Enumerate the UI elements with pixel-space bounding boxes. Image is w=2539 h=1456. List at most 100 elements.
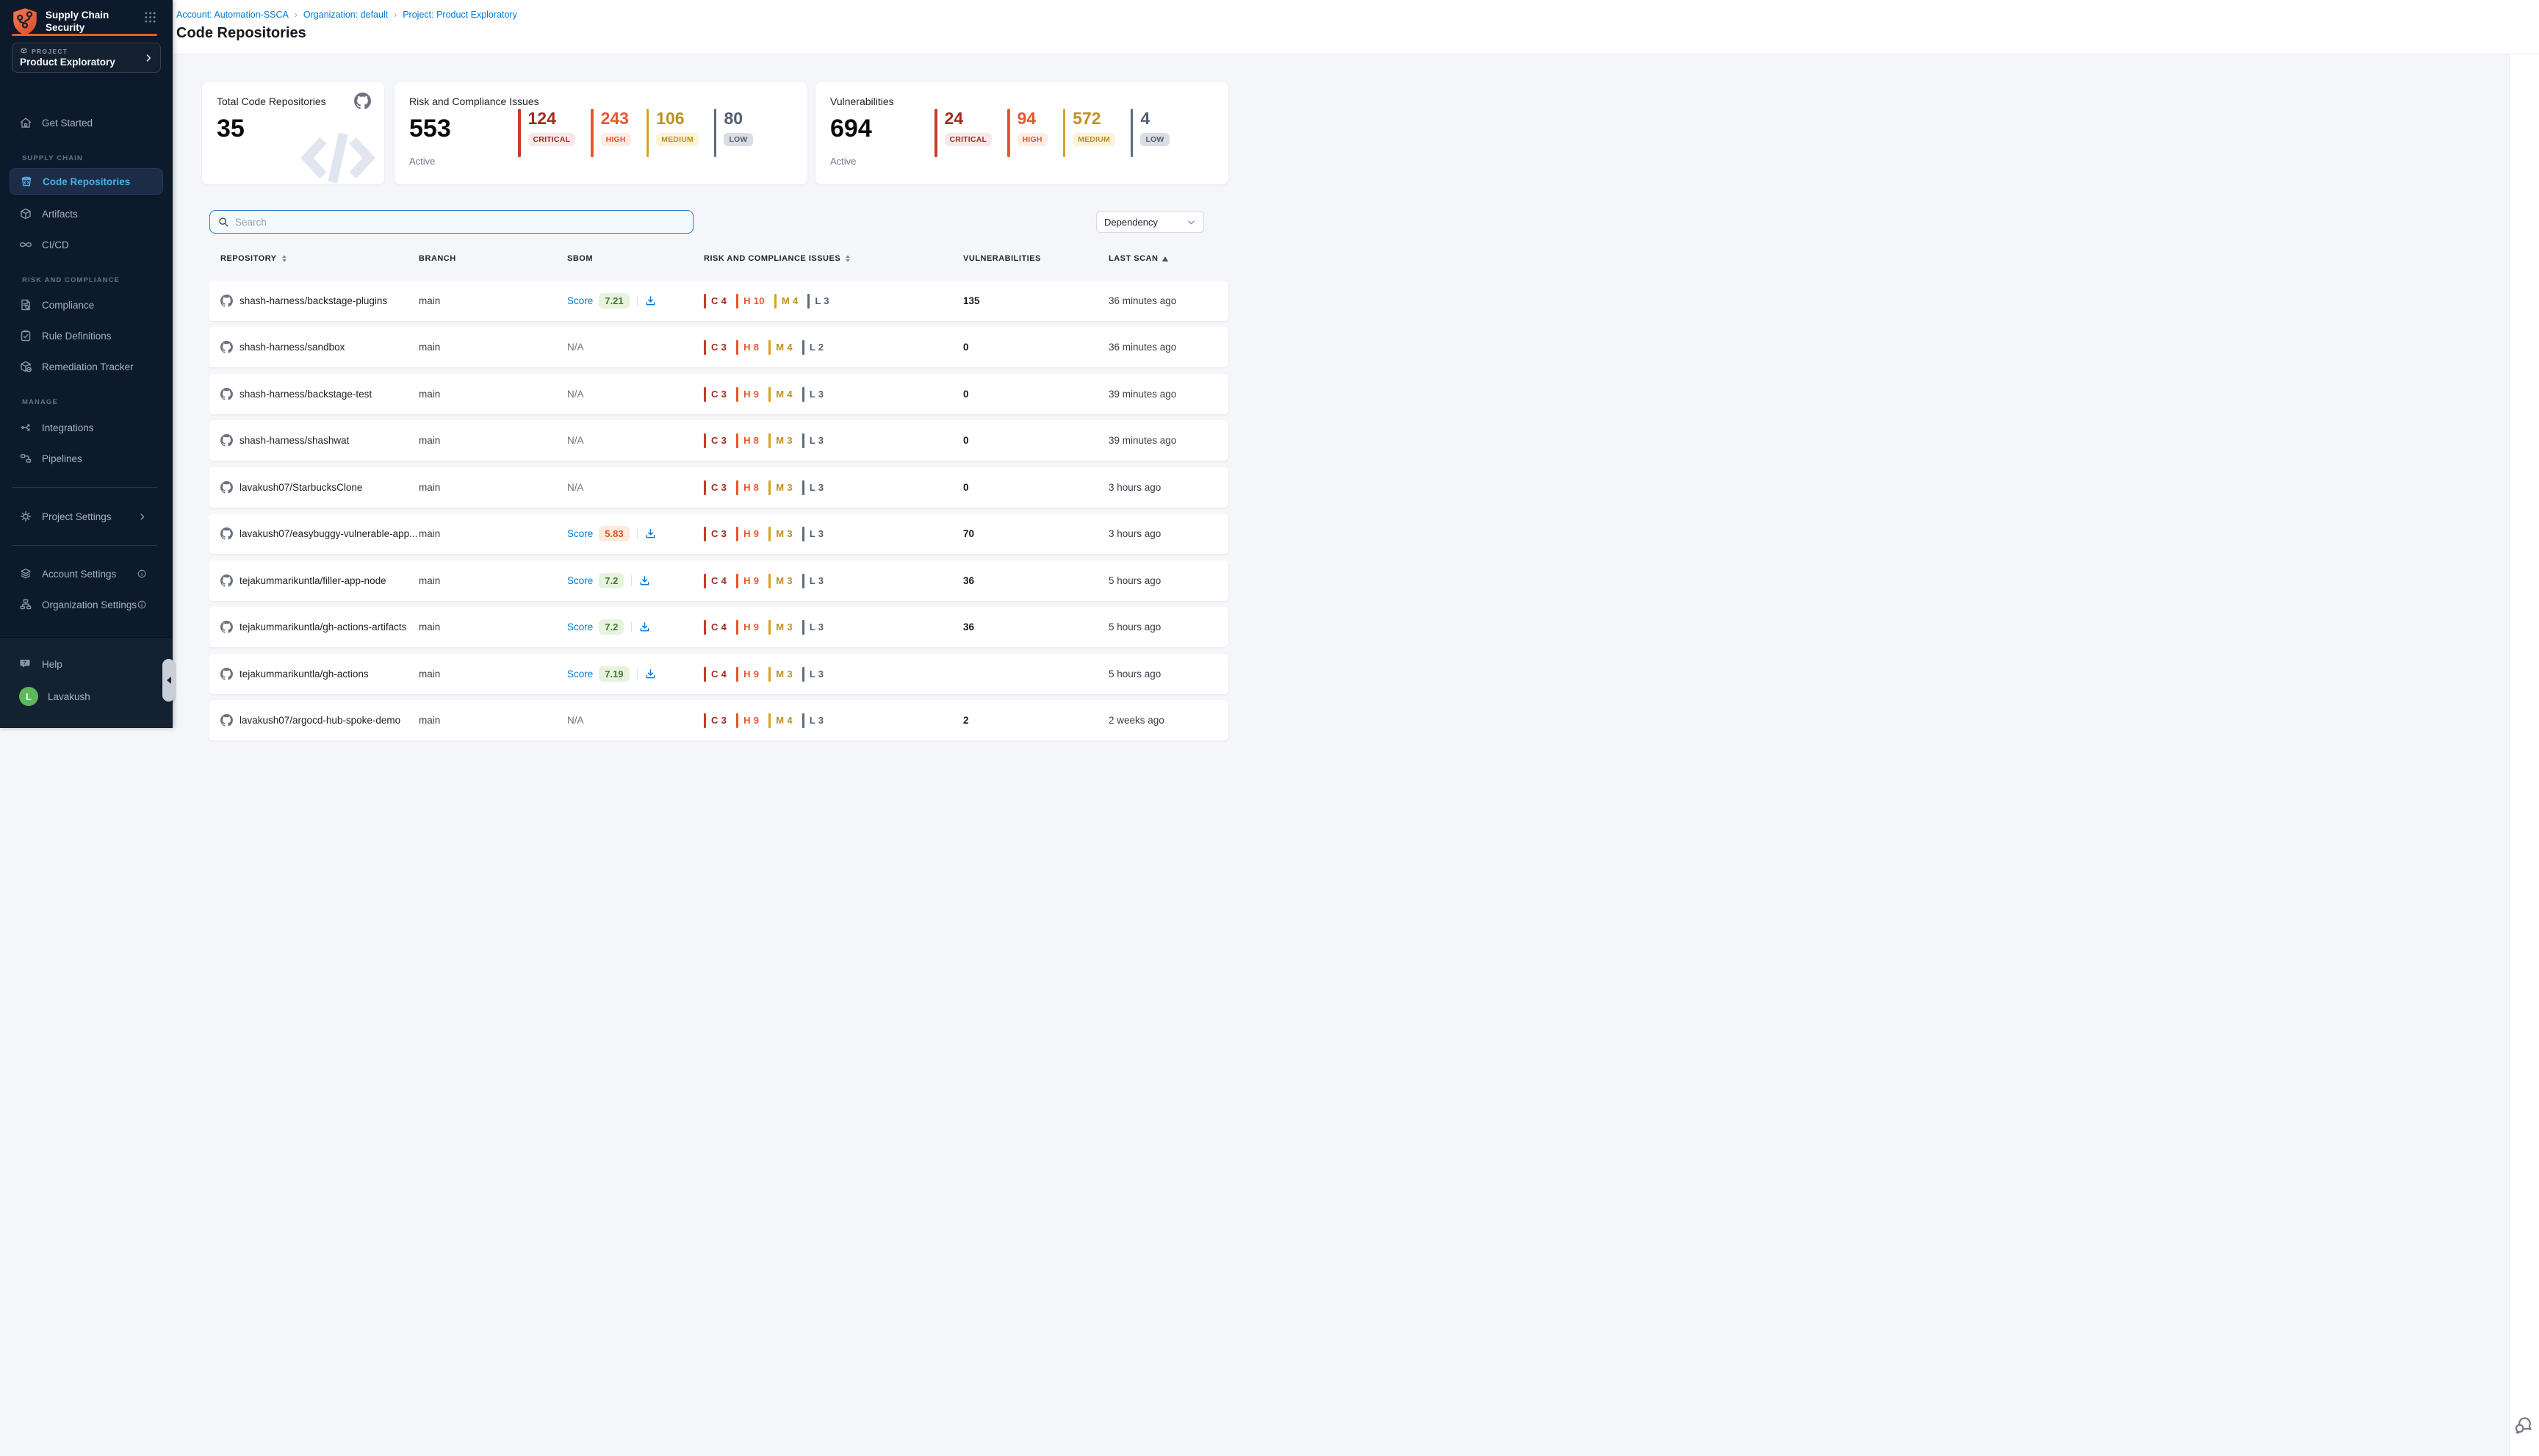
column-sbom[interactable]: SBOM <box>567 254 704 263</box>
column-last-scan[interactable]: LAST SCAN <box>1109 254 1228 263</box>
repo-link[interactable]: tejakummarikuntla/gh-actions-artifacts <box>240 621 406 633</box>
repo-link[interactable]: lavakush07/easybuggy-vulnerable-app... <box>240 528 417 539</box>
page-title: Code Repositories <box>176 25 306 42</box>
table-row[interactable]: shash-harness/sandbox main N/A C 3 H 8 M… <box>209 327 1228 367</box>
column-issues[interactable]: RISK AND COMPLIANCE ISSUES <box>704 254 963 263</box>
breadcrumb-project[interactable]: Project: Product Exploratory <box>403 10 517 20</box>
repo-link[interactable]: shash-harness/backstage-test <box>240 389 372 400</box>
sbom-score-link[interactable]: Score <box>567 295 593 306</box>
last-scan: 36 minutes ago <box>1109 342 1228 353</box>
app-title: Supply ChainSecurity <box>46 7 109 34</box>
sidebar-item-rule-definitions[interactable]: Rule Definitions <box>10 322 163 349</box>
critical-badge: CRITICAL <box>528 133 576 146</box>
table-row[interactable]: tejakummarikuntla/gh-actions-artifacts m… <box>209 607 1228 647</box>
sidebar-item-account-settings[interactable]: Account Settings <box>10 561 163 587</box>
last-scan: 39 minutes ago <box>1109 435 1228 446</box>
sidebar-collapse-handle[interactable] <box>162 659 175 702</box>
sbom-na: N/A <box>567 715 584 726</box>
sidebar-item-cicd[interactable]: CI/CD <box>10 231 163 258</box>
table-row[interactable]: tejakummarikuntla/filler-app-node main S… <box>209 561 1228 601</box>
sidebar-footer: ? Help L Lavakush <box>0 637 173 728</box>
info-icon[interactable] <box>137 599 147 610</box>
issues-cell: C 3 H 9 M 3 L 3 <box>704 527 963 541</box>
sidebar-item-help[interactable]: ? Help <box>10 651 163 677</box>
download-sbom-icon[interactable] <box>637 295 656 306</box>
sbom-score-link[interactable]: Score <box>567 575 593 586</box>
repo-link[interactable]: tejakummarikuntla/filler-app-node <box>240 575 386 586</box>
vulns-status: Active <box>830 156 856 167</box>
sidebar-item-organization-settings[interactable]: Organization Settings <box>10 591 163 618</box>
sidebar-item-label: Integrations <box>42 422 94 433</box>
download-sbom-icon[interactable] <box>631 575 650 586</box>
sidebar-item-pipelines[interactable]: Pipelines <box>10 445 163 472</box>
breadcrumb-organization[interactable]: Organization: default <box>303 10 388 20</box>
github-icon <box>220 714 233 727</box>
low-badge: LOW <box>1140 133 1169 146</box>
search-input[interactable] <box>235 217 685 228</box>
issues-cell: C 4 H 9 M 3 L 3 <box>704 667 963 682</box>
repo-link[interactable]: shash-harness/sandbox <box>240 342 345 353</box>
branch-cell: main <box>419 621 567 633</box>
high-stat: 94 HIGH <box>1007 109 1048 157</box>
sidebar-item-integrations[interactable]: Integrations <box>10 414 163 441</box>
user-menu[interactable]: L Lavakush <box>10 683 163 710</box>
severity-medium: M 3 <box>768 574 793 588</box>
repo-link[interactable]: shash-harness/shashwat <box>240 435 349 446</box>
sidebar-item-compliance[interactable]: Compliance <box>10 292 163 318</box>
column-repository[interactable]: REPOSITORY <box>220 254 419 263</box>
issues-status: Active <box>409 156 435 167</box>
download-sbom-icon[interactable] <box>637 668 656 680</box>
repo-link[interactable]: tejakummarikuntla/gh-actions <box>240 668 369 680</box>
dropdown-value: Dependency <box>1104 217 1158 228</box>
table-row[interactable]: shash-harness/backstage-test main N/A C … <box>209 374 1228 414</box>
table-row[interactable]: shash-harness/shashwat main N/A C 3 H 8 … <box>209 420 1228 461</box>
scan-type-dropdown[interactable]: Dependency <box>1096 211 1204 233</box>
breadcrumb-account[interactable]: Account: Automation-SSCA <box>176 10 289 20</box>
right-rail <box>2509 54 2539 1456</box>
github-icon <box>220 574 233 587</box>
sbom-score-badge: 7.19 <box>599 666 629 682</box>
column-branch[interactable]: BRANCH <box>419 254 567 263</box>
support-chat-icon[interactable] <box>2513 1415 2534 1435</box>
severity-high: H 9 <box>736 713 759 728</box>
column-vulnerabilities[interactable]: VULNERABILITIES <box>963 254 1109 263</box>
sbom-score-link[interactable]: Score <box>567 621 593 633</box>
sidebar-item-code-repositories[interactable]: Code Repositories <box>10 168 163 195</box>
download-sbom-icon[interactable] <box>637 528 656 539</box>
sidebar-item-remediation-tracker[interactable]: Remediation Tracker <box>10 353 163 380</box>
code-watermark-icon <box>298 124 378 184</box>
last-scan: 5 hours ago <box>1109 621 1228 633</box>
repo-link[interactable]: lavakush07/StarbucksClone <box>240 482 362 493</box>
breadcrumb-separator: › <box>295 10 298 20</box>
sidebar-item-artifacts[interactable]: Artifacts <box>10 201 163 227</box>
table-row[interactable]: shash-harness/backstage-plugins main Sco… <box>209 281 1228 321</box>
table-row[interactable]: lavakush07/StarbucksClone main N/A C 3 H… <box>209 467 1228 508</box>
sidebar-item-get-started[interactable]: Get Started <box>10 109 163 136</box>
info-icon[interactable] <box>137 569 147 579</box>
severity-critical: C 3 <box>704 480 727 495</box>
sidebar-item-label: Rule Definitions <box>42 331 112 342</box>
sbom-score-badge: 7.21 <box>599 293 629 309</box>
branch-cell: main <box>419 295 567 306</box>
app-switcher-grid-icon[interactable] <box>144 11 156 24</box>
project-selector[interactable]: PROJECT Product Exploratory <box>12 43 161 73</box>
severity-critical: C 3 <box>704 713 727 728</box>
medium-count: 106 <box>656 109 699 128</box>
sidebar-divider <box>12 545 157 546</box>
sidebar-item-project-settings[interactable]: Project Settings <box>10 503 163 530</box>
repo-link[interactable]: lavakush07/argocd-hub-spoke-demo <box>240 715 400 726</box>
sbom-na: N/A <box>567 435 584 446</box>
download-sbom-icon[interactable] <box>631 621 650 633</box>
code-repo-icon <box>20 175 33 188</box>
severity-high: H 9 <box>736 667 759 682</box>
sbom-score-badge: 5.83 <box>599 526 629 541</box>
package-refresh-icon <box>19 360 32 373</box>
table-row[interactable]: lavakush07/argocd-hub-spoke-demo main N/… <box>209 700 1228 740</box>
sbom-score-link[interactable]: Score <box>567 528 593 539</box>
sbom-score-link[interactable]: Score <box>567 668 593 680</box>
severity-high: H 9 <box>736 527 759 541</box>
table-row[interactable]: tejakummarikuntla/gh-actions main Score … <box>209 654 1228 694</box>
table-row[interactable]: lavakush07/easybuggy-vulnerable-app... m… <box>209 513 1228 554</box>
repo-link[interactable]: shash-harness/backstage-plugins <box>240 295 387 306</box>
severity-high: H 9 <box>736 387 759 402</box>
